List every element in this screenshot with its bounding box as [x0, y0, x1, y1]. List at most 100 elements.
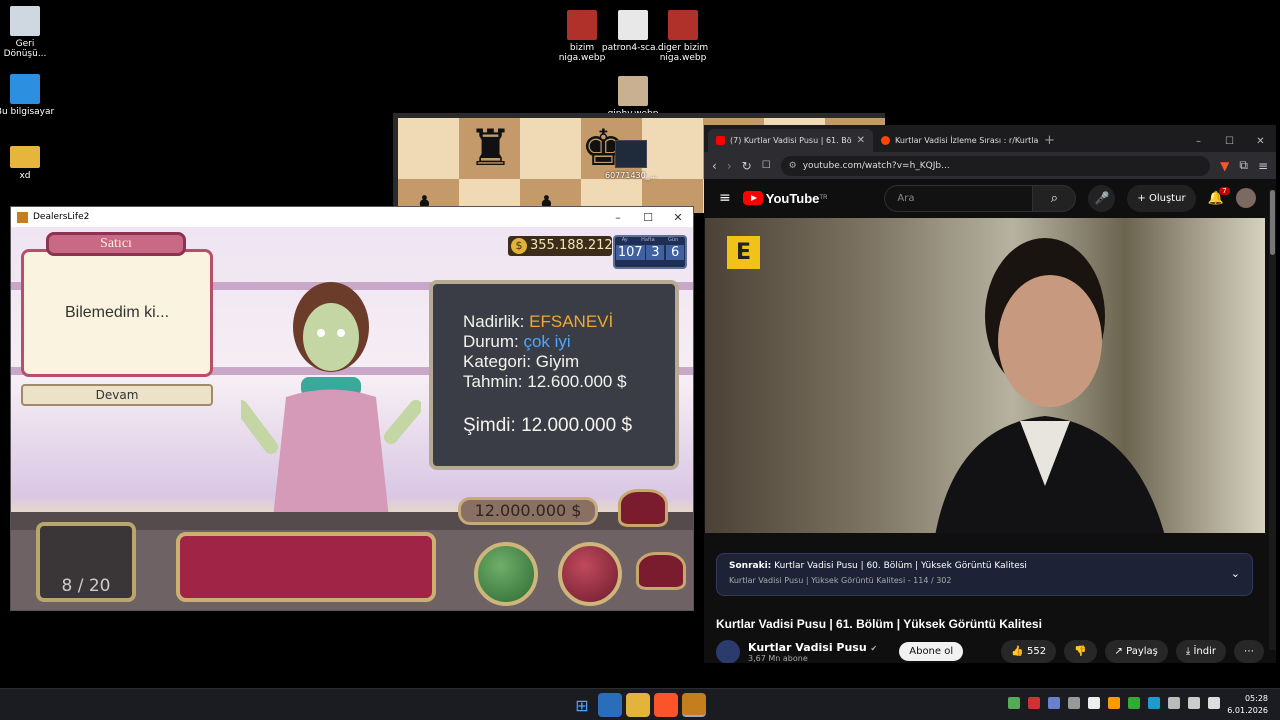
youtube-header: ≡ YouTube TR Ara ⌕ 🎤 + Oluştur 🔔 7 — [704, 179, 1276, 217]
rook-icon[interactable]: ♜ — [468, 123, 513, 173]
reload-icon[interactable]: ↻ — [742, 159, 752, 173]
estimate-label: Tahmin: — [463, 372, 523, 391]
browser-window[interactable]: (7) Kurtlar Vadisi Pusu | 61. Bö ✕ Kurtl… — [704, 125, 1276, 663]
avatar[interactable] — [1235, 188, 1256, 208]
continue-button[interactable]: Devam — [21, 384, 213, 406]
clock[interactable]: 05:28 6.01.2026 — [1227, 693, 1268, 717]
volume-icon[interactable] — [1188, 697, 1200, 709]
tray-icon[interactable] — [1128, 697, 1140, 709]
game-titlebar[interactable]: DealersLife2 – ☐ ✕ — [11, 207, 693, 227]
dealers-life-taskbar-icon[interactable] — [682, 693, 706, 717]
battery-icon[interactable] — [1208, 697, 1220, 709]
close-button[interactable]: ✕ — [1245, 136, 1276, 147]
network-icon[interactable] — [1168, 697, 1180, 709]
address-bar[interactable]: ⚙ youtube.com/watch?v=h_KQJb... — [780, 155, 1211, 176]
site-info-icon[interactable]: ⚙ — [789, 161, 797, 171]
tab-youtube[interactable]: (7) Kurtlar Vadisi Pusu | 61. Bö ✕ — [708, 129, 873, 152]
chevron-down-icon[interactable]: ⌄ — [1231, 567, 1240, 580]
search-input[interactable]: Ara — [884, 184, 1033, 212]
close-button[interactable]: ✕ — [663, 211, 693, 224]
day-value: 6 — [666, 245, 685, 260]
tray-icon[interactable] — [1088, 697, 1100, 709]
tray-icon[interactable] — [1028, 697, 1040, 709]
download-button[interactable]: ⤓ İndir — [1175, 640, 1226, 663]
widgets-icon[interactable] — [598, 693, 622, 717]
desktop-icon-label: Geri Dönüşü... — [3, 39, 47, 59]
dislike-button[interactable]: 👎 — [1064, 640, 1097, 663]
minimize-button[interactable]: – — [603, 211, 633, 224]
maximize-button[interactable]: ☐ — [633, 211, 663, 224]
steam-icon[interactable] — [1048, 697, 1060, 709]
decline-button[interactable] — [558, 542, 622, 606]
brave-shield-icon[interactable]: ▼ — [1220, 159, 1229, 173]
tray-icon[interactable] — [1008, 697, 1020, 709]
share-button[interactable]: ↗ Paylaş — [1104, 640, 1168, 663]
channel-name[interactable]: Kurtlar Vadisi Pusu — [748, 641, 867, 654]
dialog-box: Bilemedim ki... — [21, 249, 213, 377]
tray-icon[interactable] — [1148, 697, 1160, 709]
condition-value: çok iyi — [523, 332, 571, 351]
file-explorer-icon[interactable] — [626, 693, 650, 717]
tab-strip: (7) Kurtlar Vadisi Pusu | 61. Bö ✕ Kurtl… — [704, 125, 1276, 152]
notifications-bell-icon[interactable]: 🔔 7 — [1208, 186, 1230, 206]
youtube-logo[interactable]: YouTube TR — [742, 191, 827, 206]
item-info-panel: Nadirlik: EFSANEVİ Durum: çok iyi Katego… — [429, 280, 679, 470]
desktop-icon-label: xd — [19, 171, 31, 181]
accept-button[interactable] — [474, 542, 538, 606]
condition-label: Durum: — [463, 332, 519, 351]
search-button[interactable]: ⌕ — [1032, 184, 1077, 212]
scrollbar[interactable] — [1269, 190, 1276, 650]
forward-icon[interactable]: › — [727, 159, 732, 173]
tray-icon[interactable] — [1068, 697, 1080, 709]
hat-button[interactable] — [636, 552, 686, 590]
url-text: youtube.com/watch?v=h_KQJb... — [802, 160, 950, 171]
extensions-icon[interactable]: ⧉ — [1239, 158, 1248, 173]
money-value: 355.188.212 — [530, 238, 613, 253]
close-tab-icon[interactable]: ✕ — [857, 135, 865, 146]
notification-badge: 7 — [1219, 186, 1230, 195]
scrollbar-thumb[interactable] — [1270, 190, 1275, 255]
bookmark-icon[interactable]: ☐ — [762, 160, 771, 171]
up-next-title: Kurtlar Vadisi Pusu | 60. Bölüm | Yüksek… — [774, 561, 1027, 571]
brave-browser-icon[interactable] — [654, 693, 678, 717]
create-button[interactable]: + Oluştur — [1127, 184, 1196, 212]
like-button[interactable]: 👍 552 — [1001, 640, 1057, 663]
up-next-panel[interactable]: Sonraki: Kurtlar Vadisi Pusu | 60. Bölüm… — [716, 553, 1253, 596]
rarity-value: EFSANEVİ — [529, 312, 614, 331]
current-price-value: 12.000.000 $ — [521, 415, 633, 436]
this-pc-icon[interactable]: Bu bilgisayar — [0, 74, 57, 117]
menu-icon[interactable]: ≡ — [1258, 159, 1268, 173]
new-tab-icon[interactable]: + — [1044, 133, 1055, 148]
subscribe-button[interactable]: Abone ol — [899, 642, 964, 661]
up-next-prefix: Sonraki: — [729, 561, 772, 571]
month-value: 107 — [615, 245, 645, 260]
hat-button[interactable] — [618, 489, 668, 527]
minimize-button[interactable]: – — [1183, 136, 1214, 147]
channel-watermark-icon: E — [727, 236, 760, 269]
maximize-button[interactable]: ☐ — [1214, 136, 1245, 147]
offer-display: 12.000.000 $ — [458, 497, 598, 525]
reddit-favicon-icon — [881, 136, 890, 145]
start-button[interactable]: ⊞ — [570, 693, 594, 717]
image-file-icon[interactable]: diger bizim niga.webp — [651, 10, 715, 63]
recycle-bin-icon[interactable]: Geri Dönüşü... — [0, 6, 57, 59]
more-actions-button[interactable]: ⋯ — [1234, 640, 1264, 663]
folder-icon[interactable]: xd — [0, 142, 57, 181]
desktop-icon-label: diger bizim niga.webp — [657, 43, 709, 63]
tray-icon[interactable] — [1108, 697, 1120, 709]
hamburger-menu-icon[interactable]: ≡ — [719, 190, 731, 206]
back-icon[interactable]: ‹ — [712, 159, 717, 173]
estimate-value: 12.600.000 $ — [527, 372, 627, 391]
tab-label: (7) Kurtlar Vadisi Pusu | 61. Bö — [730, 136, 852, 145]
channel-avatar[interactable] — [716, 640, 740, 663]
dialog-text: Bilemedim ki... — [64, 304, 170, 321]
thumbnail-icon — [615, 140, 647, 168]
category-label: Kategori: — [463, 352, 532, 371]
create-label: Oluştur — [1148, 192, 1186, 204]
coin-icon: $ — [511, 238, 527, 254]
video-player[interactable]: E — [705, 218, 1265, 533]
tab-reddit[interactable]: Kurtlar Vadisi İzleme Sırası : r/Kurtlar — [873, 129, 1038, 152]
inventory-box[interactable]: 8 / 20 — [36, 522, 136, 602]
dealers-life-window[interactable]: DealersLife2 – ☐ ✕ Bilemedim ki... Satıc… — [10, 206, 694, 611]
voice-search-button[interactable]: 🎤 — [1088, 184, 1116, 212]
